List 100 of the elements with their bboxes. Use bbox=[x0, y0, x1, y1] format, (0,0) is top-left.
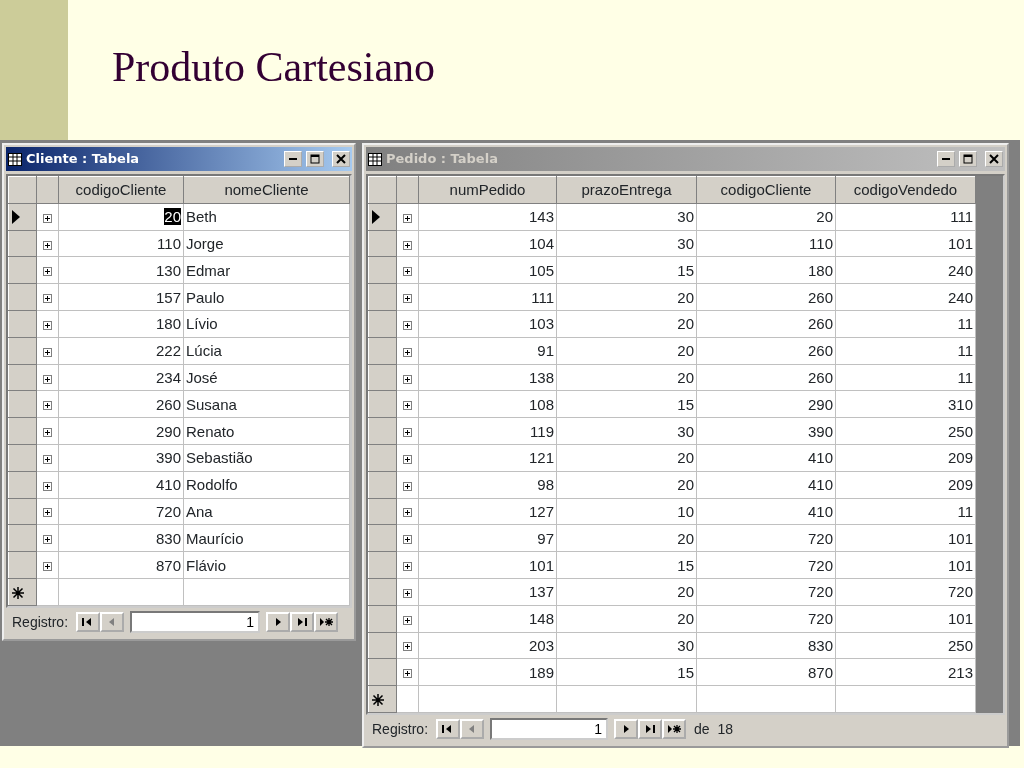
table-cell: Lúcia bbox=[183, 337, 350, 365]
table-cell: 720 bbox=[696, 578, 836, 606]
expand-icon[interactable] bbox=[403, 588, 412, 598]
table-cell: 11 bbox=[835, 337, 976, 365]
expand-icon[interactable] bbox=[403, 669, 412, 679]
table-icon bbox=[8, 152, 22, 166]
expand-icon[interactable] bbox=[403, 508, 412, 518]
expand-icon[interactable] bbox=[43, 428, 52, 438]
minimize-button[interactable] bbox=[284, 151, 302, 167]
table-cell: 720 bbox=[58, 498, 184, 525]
table-cell: 111 bbox=[418, 283, 557, 311]
first-record-button[interactable] bbox=[76, 612, 101, 633]
table-cell: 101 bbox=[835, 551, 976, 579]
expand-icon[interactable] bbox=[403, 240, 412, 250]
minimize-icon bbox=[942, 158, 950, 160]
table-cell: 20 bbox=[696, 203, 836, 231]
expand-icon[interactable] bbox=[403, 267, 412, 277]
maximize-icon bbox=[310, 154, 320, 164]
column-header[interactable]: codigoVendedo bbox=[835, 176, 976, 204]
table-cell: 105 bbox=[418, 256, 557, 284]
expand-icon[interactable] bbox=[403, 320, 412, 330]
minimize-icon bbox=[289, 158, 297, 160]
expand-icon[interactable] bbox=[43, 562, 52, 572]
record-label: Registro: bbox=[12, 612, 69, 632]
table-cell: José bbox=[183, 364, 350, 391]
expand-icon[interactable] bbox=[43, 294, 52, 304]
table-cell: 830 bbox=[696, 632, 836, 659]
expand-icon[interactable] bbox=[403, 347, 412, 357]
expand-icon[interactable] bbox=[43, 213, 52, 223]
last-record-button[interactable] bbox=[290, 612, 315, 633]
table-cell: 20 bbox=[556, 524, 697, 552]
table-cell: 410 bbox=[696, 498, 836, 525]
table-cell: 30 bbox=[556, 203, 697, 231]
last-record-button[interactable] bbox=[638, 719, 663, 740]
expand-icon[interactable] bbox=[403, 294, 412, 304]
expand-icon[interactable] bbox=[403, 454, 412, 464]
expand-icon[interactable] bbox=[43, 508, 52, 518]
table-cell: 250 bbox=[835, 417, 976, 445]
table-icon bbox=[368, 152, 382, 166]
expand-icon[interactable] bbox=[43, 374, 52, 384]
table-cell: 101 bbox=[835, 230, 976, 257]
expand-icon[interactable] bbox=[403, 562, 412, 572]
previous-record-button[interactable] bbox=[460, 719, 485, 740]
table-cell: Lívio bbox=[183, 310, 350, 338]
table-cell: 260 bbox=[58, 390, 184, 418]
previous-record-button[interactable] bbox=[100, 612, 125, 633]
table-cell: Flávio bbox=[183, 551, 350, 579]
table-cell: 720 bbox=[835, 578, 976, 606]
next-record-button[interactable] bbox=[266, 612, 291, 633]
table-cell: 20 bbox=[556, 283, 697, 311]
table-cell: 390 bbox=[696, 417, 836, 445]
close-button[interactable] bbox=[332, 151, 350, 167]
maximize-button[interactable] bbox=[959, 151, 977, 167]
expand-icon[interactable] bbox=[43, 320, 52, 330]
expand-icon[interactable] bbox=[403, 401, 412, 411]
expand-icon[interactable] bbox=[43, 267, 52, 277]
expand-icon[interactable] bbox=[43, 454, 52, 464]
table-cell: Jorge bbox=[183, 230, 350, 257]
new-record-button[interactable] bbox=[662, 719, 687, 740]
table-cell: 119 bbox=[418, 417, 557, 445]
close-button[interactable] bbox=[985, 151, 1003, 167]
minimize-button[interactable] bbox=[937, 151, 955, 167]
table-cell: Sebastião bbox=[183, 444, 350, 472]
table-cell: 111 bbox=[835, 203, 976, 231]
column-header[interactable]: codigoCliente bbox=[696, 176, 836, 204]
expand-icon[interactable] bbox=[43, 535, 52, 545]
expand-icon[interactable] bbox=[43, 347, 52, 357]
expand-icon[interactable] bbox=[403, 213, 412, 223]
column-header[interactable]: numPedido bbox=[418, 176, 557, 204]
expand-icon[interactable] bbox=[403, 535, 412, 545]
expand-icon[interactable] bbox=[403, 642, 412, 652]
record-selector[interactable] bbox=[8, 203, 37, 231]
expand-icon[interactable] bbox=[403, 481, 412, 491]
table-cell: 870 bbox=[58, 551, 184, 579]
close-icon bbox=[336, 154, 346, 164]
table-cell: 138 bbox=[418, 364, 557, 391]
new-record-icon bbox=[319, 617, 334, 628]
next-record-button[interactable] bbox=[614, 719, 639, 740]
expand-icon[interactable] bbox=[403, 615, 412, 625]
column-header[interactable]: prazoEntrega bbox=[556, 176, 697, 204]
record-number-field[interactable]: 1 bbox=[130, 611, 261, 634]
maximize-button[interactable] bbox=[306, 151, 324, 167]
new-record-button[interactable] bbox=[314, 612, 339, 633]
table-cell: Maurício bbox=[183, 524, 350, 552]
first-record-button[interactable] bbox=[436, 719, 461, 740]
expand-icon[interactable] bbox=[403, 374, 412, 384]
expand-icon[interactable] bbox=[403, 428, 412, 438]
table-cell: 157 bbox=[58, 283, 184, 311]
table-cell: Renato bbox=[183, 417, 350, 445]
expand-icon[interactable] bbox=[43, 401, 52, 411]
table-cell: 91 bbox=[418, 337, 557, 365]
column-header[interactable]: codigoCliente bbox=[58, 176, 184, 204]
expand-icon[interactable] bbox=[43, 240, 52, 250]
record-number-field[interactable]: 1 bbox=[490, 718, 609, 741]
table-cell: 103 bbox=[418, 310, 557, 338]
record-selector[interactable] bbox=[368, 203, 397, 231]
expand-icon[interactable] bbox=[43, 481, 52, 491]
column-header[interactable]: nomeCliente bbox=[183, 176, 350, 204]
table-cell: 240 bbox=[835, 283, 976, 311]
table-cell: 30 bbox=[556, 632, 697, 659]
